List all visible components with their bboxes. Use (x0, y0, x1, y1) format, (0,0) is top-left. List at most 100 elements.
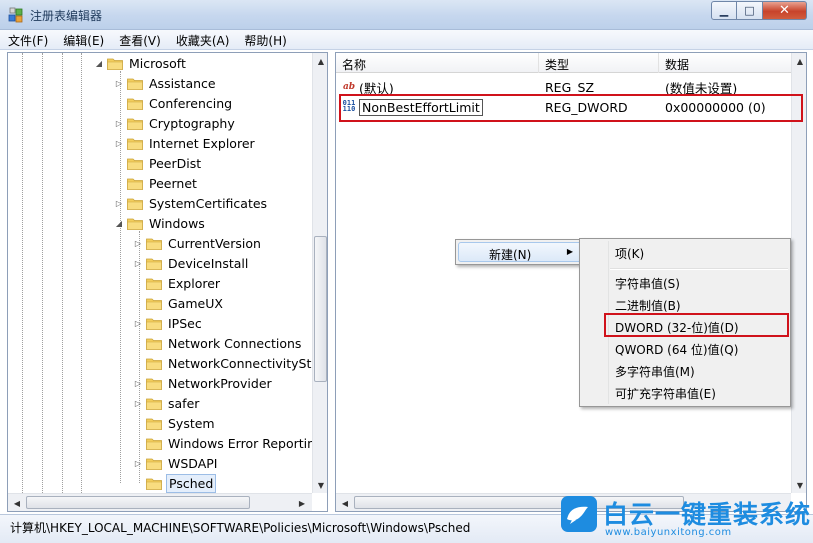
menu-view[interactable]: 查看(V) (111, 30, 168, 49)
tree-item[interactable]: ▷ DeviceInstall (133, 253, 250, 273)
expand-arrow-icon[interactable]: ▷ (133, 318, 143, 328)
expand-arrow-icon[interactable]: ▷ (133, 258, 143, 268)
collapse-arrow-icon[interactable]: ◢ (94, 58, 104, 68)
menu-item-expandable-string-value[interactable]: 可扩充字符串值(E) (615, 385, 716, 402)
tree-item[interactable]: ▷ Assistance (114, 73, 218, 93)
minimize-icon: ▁ (719, 4, 729, 17)
tree-item-label: DeviceInstall (168, 255, 249, 271)
menu-item-binary-value[interactable]: 二进制值(B) (615, 297, 681, 314)
tree-item-label: Network Connections (168, 335, 302, 351)
expand-arrow-icon[interactable]: ▷ (114, 198, 124, 208)
tree-item[interactable]: ◢ Windows (114, 213, 207, 233)
expand-arrow-icon[interactable]: ▷ (114, 118, 124, 128)
column-header-data[interactable]: 数据 (659, 53, 806, 73)
folder-icon (146, 477, 162, 490)
tree-scroll-thumb[interactable] (314, 236, 327, 382)
folder-icon (146, 377, 162, 390)
tree-item-label: NetworkConnectivityStatu (168, 355, 328, 371)
tree-item[interactable]: ▷ Cryptography (114, 113, 237, 133)
tree-item-label: Explorer (168, 275, 221, 291)
menu-item-key[interactable]: 项(K) (615, 245, 644, 262)
scroll-up-icon[interactable]: ▲ (792, 53, 806, 69)
tree-item[interactable]: ▷ CurrentVersion (133, 233, 263, 253)
tree-item-label: PeerDist (149, 155, 202, 171)
tree-item[interactable]: Peernet (114, 173, 199, 193)
tree-item[interactable]: ▷ safer (133, 393, 201, 413)
tree-item[interactable]: Conferencing (114, 93, 234, 113)
tree-item[interactable]: System (133, 413, 217, 433)
submenu-arrow-icon: ▶ (566, 247, 573, 256)
tree-item-label: Assistance (149, 75, 216, 91)
menu-item-new[interactable]: 新建(N) ▶ (458, 242, 582, 262)
tree-item[interactable]: ▷ Internet Explorer (114, 133, 257, 153)
tree-item-label: Psched (166, 473, 217, 493)
tree-item[interactable]: GameUX (133, 293, 225, 313)
tree-guide-line (42, 53, 43, 493)
minimize-button[interactable]: ▁ (711, 1, 737, 20)
tree-item-label: System (168, 415, 215, 431)
status-path: 计算机\HKEY_LOCAL_MACHINE\SOFTWARE\Policies… (10, 521, 471, 535)
tree-item[interactable]: Network Connections (133, 333, 303, 353)
context-menu: 新建(N) ▶ (455, 239, 585, 265)
tree-vertical-scrollbar[interactable]: ▲ ▼ (312, 53, 327, 493)
tree-item[interactable]: ▷ SystemCertificates (114, 193, 269, 213)
maximize-icon: □ (744, 4, 755, 17)
caption-buttons: ▁ □ ✕ (711, 1, 807, 21)
folder-icon (146, 417, 162, 430)
watermark-url: www.baiyunxitong.com (605, 527, 732, 538)
scroll-left-icon[interactable]: ◀ (337, 495, 353, 511)
menu-item-multi-string-value[interactable]: 多字符串值(M) (615, 363, 695, 380)
tree-item-label: Microsoft (129, 55, 186, 71)
tree-item[interactable]: Windows Error Reporting (133, 433, 325, 453)
menu-edit[interactable]: 编辑(E) (55, 30, 111, 49)
tree-item[interactable]: ▷ WSDAPI (133, 453, 219, 473)
tree-item[interactable]: ▷ NetworkProvider (133, 373, 274, 393)
menu-file[interactable]: 文件(F) (0, 30, 55, 49)
column-header-name[interactable]: 名称 (336, 53, 539, 73)
expand-arrow-icon[interactable]: ▷ (133, 458, 143, 468)
tree-hscroll-thumb[interactable] (26, 496, 250, 509)
scroll-right-icon[interactable]: ▶ (294, 495, 310, 511)
expand-arrow-icon[interactable]: ▷ (114, 78, 124, 88)
scroll-left-icon[interactable]: ◀ (9, 495, 25, 511)
tree-item-label: WSDAPI (168, 455, 218, 471)
folder-icon (146, 277, 162, 290)
menu-help[interactable]: 帮助(H) (236, 30, 293, 49)
folder-icon (127, 217, 143, 230)
scroll-up-icon[interactable]: ▲ (313, 53, 327, 69)
expand-arrow-icon[interactable]: ▷ (133, 378, 143, 388)
tree-item[interactable]: Explorer (133, 273, 222, 293)
title-bar[interactable]: 注册表编辑器 ▁ □ ✕ (0, 0, 813, 30)
maximize-button[interactable]: □ (737, 1, 763, 20)
highlight-box-dword (604, 313, 789, 337)
scroll-down-icon[interactable]: ▼ (313, 477, 327, 493)
tree-item[interactable]: Psched (133, 473, 217, 493)
tree-item-label: Cryptography (149, 115, 235, 131)
tree-item[interactable]: ▷ IPSec (133, 313, 204, 333)
folder-icon (127, 137, 143, 150)
scroll-down-icon[interactable]: ▼ (792, 477, 806, 493)
menu-item-string-value[interactable]: 字符串值(S) (615, 275, 680, 292)
registry-tree[interactable]: ◢ Microsoft ▷ Assistance Conferencing ▷ Crypto… (7, 52, 328, 512)
tree-item[interactable]: NetworkConnectivityStatu (133, 353, 328, 373)
folder-icon (107, 57, 123, 70)
expand-arrow-icon[interactable]: ▷ (114, 138, 124, 148)
tree-horizontal-scrollbar[interactable]: ◀ ▶ (8, 493, 312, 511)
menu-item-qword-value[interactable]: QWORD (64 位)值(Q) (615, 341, 738, 358)
close-button[interactable]: ✕ (763, 1, 807, 20)
tree-item[interactable]: PeerDist (114, 153, 203, 173)
column-header-type[interactable]: 类型 (539, 53, 659, 73)
tree-item-label: Windows Error Reporting (168, 435, 323, 451)
tree-item[interactable]: ◢ Microsoft (94, 53, 188, 73)
folder-icon (127, 197, 143, 210)
menu-item-new-label: 新建(N) (489, 248, 532, 262)
menu-favorites[interactable]: 收藏夹(A) (168, 30, 237, 49)
expand-arrow-icon[interactable]: ▷ (133, 398, 143, 408)
collapse-arrow-icon[interactable]: ◢ (114, 218, 124, 228)
folder-icon (146, 397, 162, 410)
expand-arrow-icon[interactable]: ▷ (133, 238, 143, 248)
